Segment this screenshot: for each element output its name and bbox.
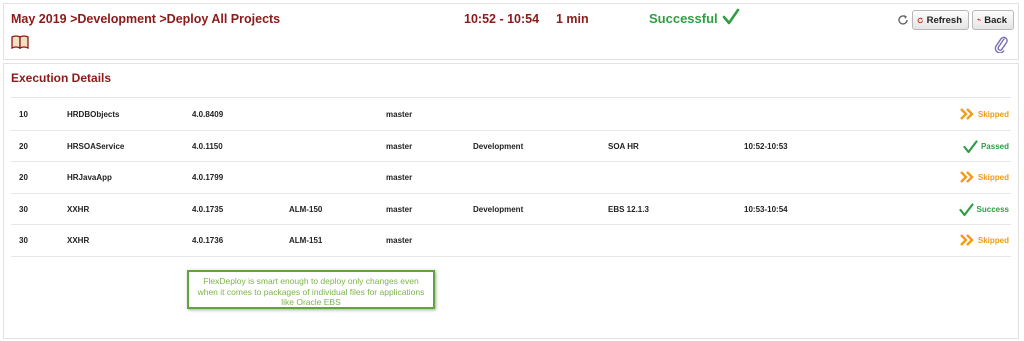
checkmark-icon xyxy=(722,8,739,24)
execution-header-panel: May 2019 >Development >Deploy All Projec… xyxy=(3,3,1019,60)
status-cell: Skipped xyxy=(960,108,1009,120)
table-row[interactable]: 30 XXHR 4.0.1735 ALM-150 master Developm… xyxy=(11,194,1011,225)
project-cell: XXHR xyxy=(67,236,90,245)
table-row[interactable]: 20 HRJavaApp 4.0.1799 master Skipped xyxy=(11,162,1011,194)
status-label: Skipped xyxy=(977,172,1009,182)
branch-cell: master xyxy=(386,110,413,119)
sequence-cell: 30 xyxy=(19,236,28,245)
version-cell: 4.0.8409 xyxy=(192,110,224,119)
refresh-button-label: Refresh xyxy=(926,14,962,26)
execution-time-range: 10:52 - 10:54 xyxy=(464,12,540,26)
status-cell: Skipped xyxy=(960,234,1009,246)
environment-cell: Development xyxy=(473,141,524,151)
version-cell: 4.0.1799 xyxy=(192,173,224,182)
paperclip-icon[interactable] xyxy=(994,35,1008,53)
status-cell: Success xyxy=(958,202,1009,217)
refresh-button[interactable]: Refresh xyxy=(912,10,969,30)
branch-cell: master xyxy=(386,204,413,214)
branch-cell: master xyxy=(386,141,413,151)
ticket-cell: ALM-150 xyxy=(289,204,323,214)
status-cell: Passed xyxy=(963,139,1009,154)
version-cell: 4.0.1735 xyxy=(192,204,224,214)
project-cell: XXHR xyxy=(67,204,90,214)
auto-refresh-icon[interactable] xyxy=(897,14,909,26)
version-cell: 4.0.1150 xyxy=(192,141,223,151)
ticket-cell: ALM-151 xyxy=(289,236,323,245)
back-button-label: Back xyxy=(984,14,1007,26)
checkmark-icon xyxy=(963,139,978,153)
target-cell: SOA HR xyxy=(608,141,639,151)
version-cell: 4.0.1736 xyxy=(192,236,224,245)
sequence-cell: 20 xyxy=(19,173,28,182)
back-arrow-icon xyxy=(977,18,981,22)
status-label: Passed xyxy=(980,142,1009,151)
execution-details-title: Execution Details xyxy=(11,71,112,85)
status-label: Success xyxy=(976,205,1009,214)
time-cell: 10:53-10:54 xyxy=(744,204,788,214)
back-button[interactable]: Back xyxy=(972,10,1014,30)
sequence-cell: 10 xyxy=(19,110,28,119)
breadcrumb-environment[interactable]: >Development xyxy=(70,12,156,26)
table-row[interactable]: 20 HRSOAService 4.0.1150 master Developm… xyxy=(11,131,1011,162)
status-cell: Skipped xyxy=(960,171,1009,183)
sequence-cell: 30 xyxy=(19,204,28,214)
branch-cell: master xyxy=(386,173,413,182)
skipped-icon xyxy=(960,108,974,120)
status-label: Skipped xyxy=(977,109,1009,119)
sequence-cell: 20 xyxy=(19,141,28,151)
execution-status-label: Successful xyxy=(649,11,718,26)
project-cell: HRDBObjects xyxy=(67,110,120,119)
execution-details-table: 10 HRDBObjects 4.0.8409 master Skipped 2… xyxy=(11,99,1011,257)
environment-cell: Development xyxy=(473,204,524,214)
table-header-divider xyxy=(11,97,1011,98)
breadcrumb: May 2019 >Development >Deploy All Projec… xyxy=(11,12,280,26)
checkmark-icon xyxy=(958,202,974,216)
project-cell: HRJavaApp xyxy=(67,173,112,182)
breadcrumb-pipeline[interactable]: >Deploy All Projects xyxy=(159,12,280,26)
book-icon[interactable] xyxy=(11,35,29,49)
time-cell: 10:52-10:53 xyxy=(744,141,788,151)
execution-duration: 1 min xyxy=(556,12,589,26)
annotation-callout: FlexDeploy is smart enough to deploy onl… xyxy=(187,270,435,309)
skipped-icon xyxy=(960,234,974,246)
refresh-icon xyxy=(917,17,924,23)
target-cell: EBS 12.1.3 xyxy=(608,204,649,214)
skipped-icon xyxy=(960,171,974,183)
execution-details-panel: Execution Details 10 HRDBObjects 4.0.840… xyxy=(3,63,1019,339)
status-label: Skipped xyxy=(977,235,1009,245)
table-row[interactable]: 10 HRDBObjects 4.0.8409 master Skipped xyxy=(11,99,1011,131)
breadcrumb-release[interactable]: May 2019 xyxy=(11,12,67,26)
table-row[interactable]: 30 XXHR 4.0.1736 ALM-151 master Skipped xyxy=(11,225,1011,257)
branch-cell: master xyxy=(386,236,413,245)
project-cell: HRSOAService xyxy=(67,141,125,151)
execution-status: Successful xyxy=(649,8,740,26)
